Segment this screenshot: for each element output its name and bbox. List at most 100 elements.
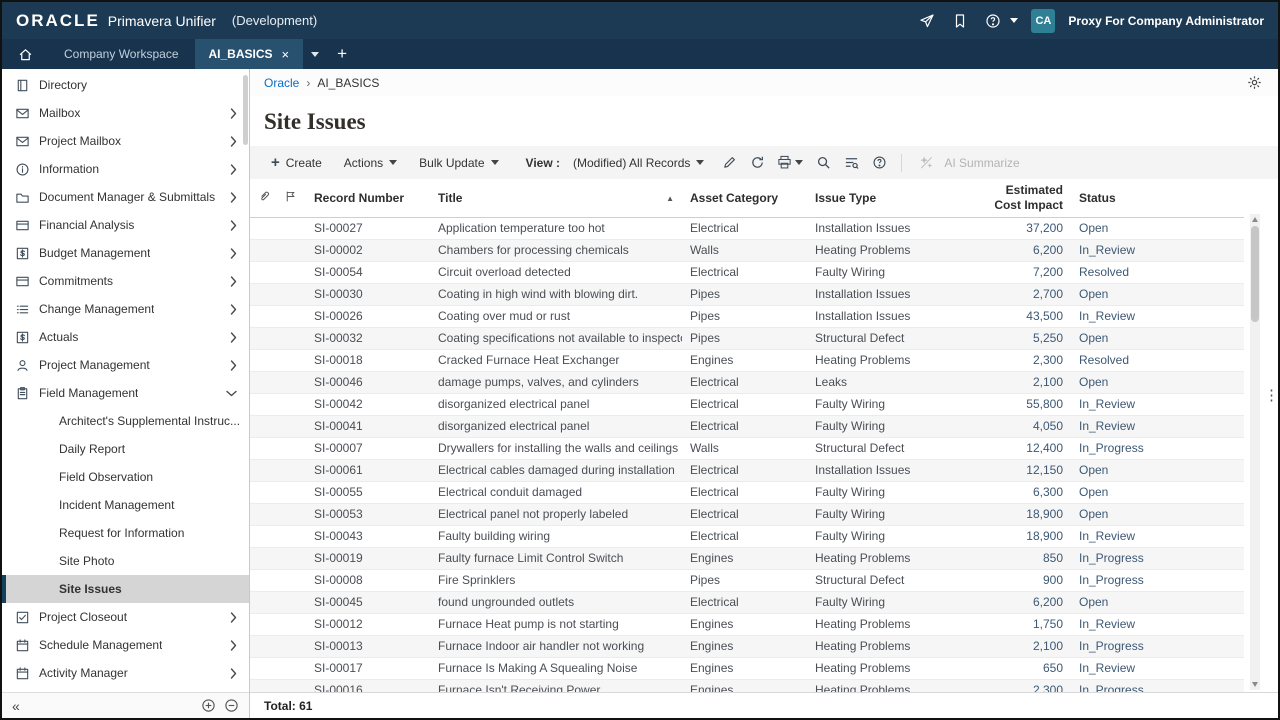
chevron-down-icon[interactable] — [226, 390, 237, 397]
sidebar-item-daily-report[interactable]: Daily Report — [2, 435, 249, 463]
chevron-right-icon[interactable] — [230, 332, 237, 343]
sidebar-item-architect-s-supplemental-instruc[interactable]: Architect's Supplemental Instruc... — [2, 407, 249, 435]
table-row[interactable]: SI-00008Fire SprinklersPipesStructural D… — [250, 570, 1244, 592]
table-row[interactable]: SI-00016Furnace Isn't Receiving PowerEng… — [250, 680, 1244, 693]
view-selector[interactable]: (Modified) All Records — [564, 146, 713, 179]
product-name: Primavera Unifier — [108, 13, 216, 29]
sidebar-item-document-manager-submittals[interactable]: Document Manager & Submittals — [2, 183, 249, 211]
add-tab-button[interactable]: + — [327, 39, 357, 69]
table-row[interactable]: SI-00046damage pumps, valves, and cylind… — [250, 372, 1244, 394]
chevron-right-icon[interactable] — [230, 108, 237, 119]
vertical-scrollbar[interactable] — [1250, 214, 1260, 690]
actions-menu-button[interactable]: Actions — [335, 146, 406, 179]
scrollbar-thumb[interactable] — [1251, 226, 1259, 322]
bookmark-icon[interactable] — [950, 11, 970, 31]
table-row[interactable]: SI-00012Furnace Heat pump is not startin… — [250, 614, 1244, 636]
sidebar-item-actuals[interactable]: Actuals — [2, 323, 249, 351]
table-row[interactable]: SI-00019Faulty furnace Limit Control Swi… — [250, 548, 1244, 570]
search-icon[interactable] — [811, 151, 835, 175]
sidebar-item-financial-analysis[interactable]: Financial Analysis — [2, 211, 249, 239]
help-icon[interactable] — [983, 11, 1003, 31]
chevron-right-icon[interactable] — [230, 136, 237, 147]
table-row[interactable]: SI-00041disorganized electrical panelEle… — [250, 416, 1244, 438]
table-row[interactable]: SI-00032Coating specifications not avail… — [250, 328, 1244, 350]
scroll-up-icon[interactable] — [1252, 217, 1258, 222]
chevron-right-icon[interactable] — [230, 612, 237, 623]
table-row[interactable]: SI-00018Cracked Furnace Heat ExchangerEn… — [250, 350, 1244, 372]
sidebar-item-activity-manager[interactable]: Activity Manager — [2, 659, 249, 687]
breadcrumb-oracle[interactable]: Oracle — [264, 76, 299, 90]
column-header-status[interactable]: Status — [1071, 179, 1189, 218]
table-row[interactable]: SI-00007Drywallers for installing the wa… — [250, 438, 1244, 460]
chevron-right-icon[interactable] — [230, 220, 237, 231]
tab-company-workspace[interactable]: Company Workspace — [48, 39, 195, 69]
column-header-record-number[interactable]: Record Number — [306, 179, 430, 218]
table-row[interactable]: SI-00061Electrical cables damaged during… — [250, 460, 1244, 482]
edit-icon[interactable] — [717, 151, 741, 175]
table-row[interactable]: SI-00055Electrical conduit damagedElectr… — [250, 482, 1244, 504]
table-row[interactable]: SI-00045found ungrounded outletsElectric… — [250, 592, 1244, 614]
attachment-column-header[interactable] — [250, 179, 276, 218]
sidebar-item-field-observation[interactable]: Field Observation — [2, 463, 249, 491]
chevron-right-icon[interactable] — [230, 276, 237, 287]
zoom-out-icon[interactable] — [224, 698, 239, 713]
chevron-right-icon[interactable] — [230, 360, 237, 371]
sidebar-item-project-management[interactable]: Project Management — [2, 351, 249, 379]
column-header-title[interactable]: Title ▲ — [430, 179, 682, 218]
sidebar-item-project-mailbox[interactable]: Project Mailbox — [2, 127, 249, 155]
table-row[interactable]: SI-00053Electrical panel not properly la… — [250, 504, 1244, 526]
sidebar-item-budget-management[interactable]: Budget Management — [2, 239, 249, 267]
sidebar-item-mailbox[interactable]: Mailbox — [2, 99, 249, 127]
chevron-right-icon[interactable] — [230, 668, 237, 679]
sidebar-item-incident-management[interactable]: Incident Management — [2, 491, 249, 519]
table-row[interactable]: SI-00013Furnace Indoor air handler not w… — [250, 636, 1244, 658]
zoom-in-icon[interactable] — [201, 698, 216, 713]
table-row[interactable]: SI-00054Circuit overload detectedElectri… — [250, 262, 1244, 284]
refresh-icon[interactable] — [745, 151, 769, 175]
chevron-right-icon[interactable] — [230, 640, 237, 651]
table-row[interactable]: SI-00043Faulty building wiringElectrical… — [250, 526, 1244, 548]
chevron-right-icon[interactable] — [230, 248, 237, 259]
tab-ai-basics[interactable]: AI_BASICS × — [195, 39, 304, 69]
pane-resize-handle[interactable]: ⋮ — [1264, 392, 1279, 400]
table-row[interactable]: SI-00017Furnace Is Making A Squealing No… — [250, 658, 1244, 680]
workflow-column-header[interactable] — [276, 179, 306, 218]
send-icon[interactable] — [917, 11, 937, 31]
sidebar-item-field-management[interactable]: Field Management — [2, 379, 249, 407]
gear-icon[interactable] — [1244, 73, 1264, 93]
column-header-asset-category[interactable]: Asset Category — [682, 179, 807, 218]
close-icon[interactable]: × — [282, 47, 290, 62]
sidebar-item-project-closeout[interactable]: Project Closeout — [2, 603, 249, 631]
chevron-right-icon[interactable] — [230, 192, 237, 203]
sidebar-item-information[interactable]: Information — [2, 155, 249, 183]
table-row[interactable]: SI-00042disorganized electrical panelEle… — [250, 394, 1244, 416]
create-button[interactable]: + Create — [262, 146, 331, 179]
help-circle-icon[interactable] — [867, 151, 891, 175]
home-icon[interactable] — [2, 39, 48, 69]
table-row[interactable]: SI-00026Coating over mud or rustPipesIns… — [250, 306, 1244, 328]
sidebar-scrollbar-thumb[interactable] — [243, 75, 248, 145]
chevron-right-icon[interactable] — [230, 164, 237, 175]
bulk-update-menu-button[interactable]: Bulk Update — [410, 146, 507, 179]
scroll-down-icon[interactable] — [1252, 682, 1258, 687]
sidebar-item-change-management[interactable]: Change Management — [2, 295, 249, 323]
sidebar-item-commitments[interactable]: Commitments — [2, 267, 249, 295]
tab-list-chevron-icon[interactable] — [303, 39, 327, 69]
column-header-estimated-cost-impact[interactable]: Estimated Cost Impact — [975, 179, 1071, 218]
collapse-sidebar-icon[interactable]: « — [12, 698, 20, 714]
table-row[interactable]: SI-00030Coating in high wind with blowin… — [250, 284, 1244, 306]
user-avatar[interactable]: CA — [1031, 9, 1055, 33]
column-header-issue-type[interactable]: Issue Type — [807, 179, 975, 218]
print-icon[interactable] — [773, 151, 807, 175]
table-row[interactable]: SI-00027Application temperature too hotE… — [250, 218, 1244, 240]
sidebar-item-site-photo[interactable]: Site Photo — [2, 547, 249, 575]
sidebar-item-directory[interactable]: Directory — [2, 71, 249, 99]
chevron-down-icon[interactable] — [1010, 18, 1018, 23]
sidebar-item-schedule-management[interactable]: Schedule Management — [2, 631, 249, 659]
sidebar-item-site-issues[interactable]: Site Issues — [2, 575, 249, 603]
table-row[interactable]: SI-00002Chambers for processing chemical… — [250, 240, 1244, 262]
find-on-page-icon[interactable] — [839, 151, 863, 175]
sidebar-item-request-for-information[interactable]: Request for Information — [2, 519, 249, 547]
cell-spacer — [1189, 548, 1244, 570]
chevron-right-icon[interactable] — [230, 304, 237, 315]
